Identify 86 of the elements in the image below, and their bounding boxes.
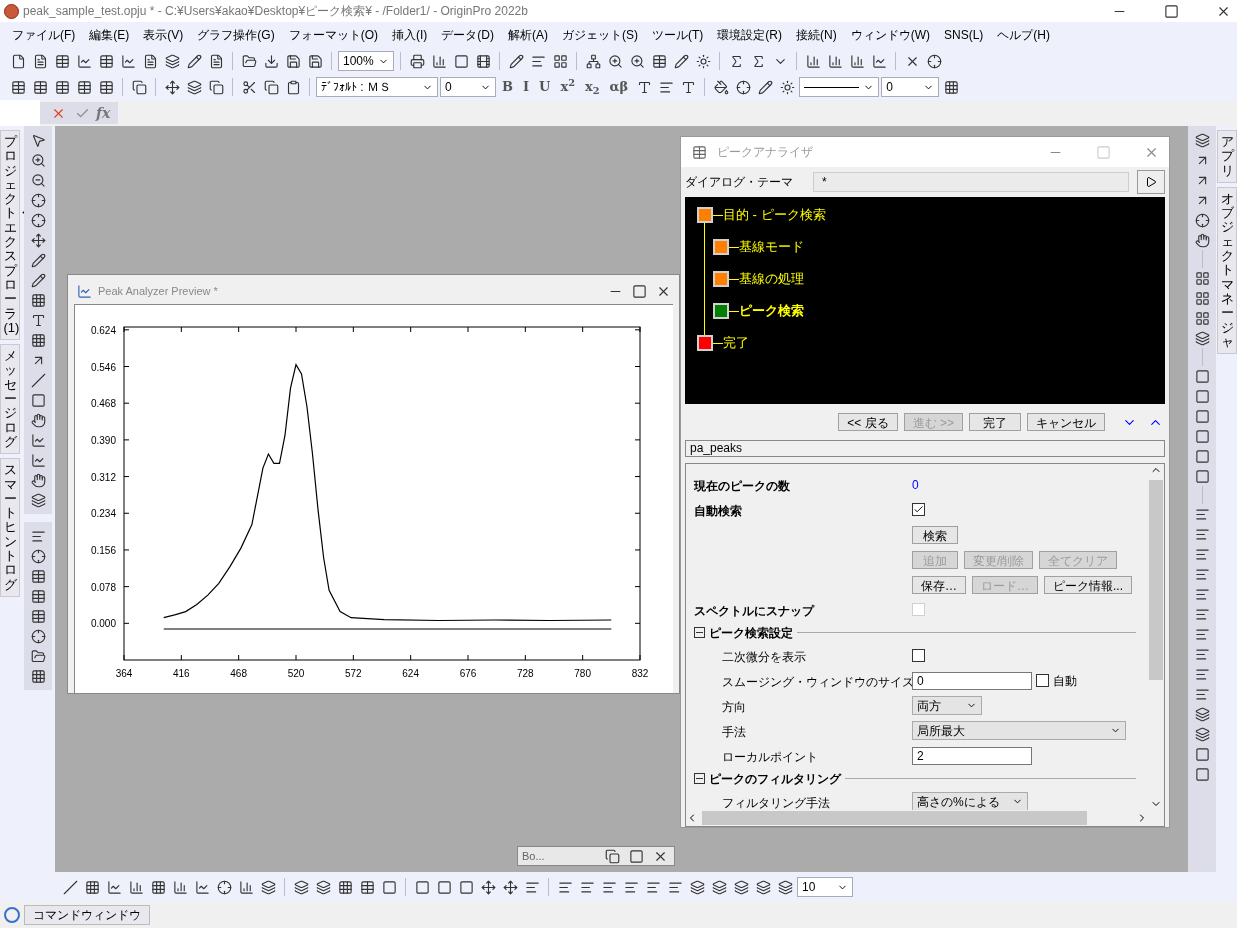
dialog-button[interactable]: キャンセル — [1027, 413, 1105, 431]
setting-label: スペクトルにスナップ — [694, 603, 814, 618]
x-tick-label: 780 — [574, 668, 591, 679]
window-title: peak_sample_test.opju * - C:¥Users¥akao¥Desktop¥ピーク検索¥ - /Folder1/ - OriginPro 2022b — [23, 3, 529, 20]
font-combo[interactable]: ﾃﾞﾌｫﾙﾄ : ＭＳ — [316, 77, 438, 97]
dialog-button[interactable]: 保存… — [912, 575, 966, 594]
dropdown[interactable]: 局所最大 — [912, 721, 1126, 740]
step-label[interactable]: 目的 - ピーク検索 — [723, 205, 826, 225]
checkbox-label: 自動 — [1053, 672, 1077, 690]
y-tick-label: 0.624 — [90, 324, 116, 336]
x-tick-label: 728 — [517, 668, 534, 679]
dropdown[interactable]: 高さの%による — [912, 792, 1028, 810]
dialog-button[interactable]: << 戻る — [838, 413, 898, 431]
section-title: ピークのフィルタリング — [709, 770, 841, 788]
input-field[interactable]: 2 — [912, 746, 1032, 765]
step-label[interactable]: ピーク検索 — [739, 301, 804, 321]
x-tick-label: 624 — [402, 668, 419, 679]
x-tick-label: 676 — [459, 668, 477, 679]
x-tick-label: 364 — [115, 668, 133, 679]
format-button[interactable]: B — [498, 77, 517, 97]
input-field[interactable]: 0 — [912, 671, 1032, 690]
dialog-button[interactable]: 検索 — [912, 525, 958, 544]
line-width-combo[interactable]: 0 — [881, 77, 940, 97]
theme-field[interactable]: * — [813, 172, 1129, 192]
zoom-combo[interactable]: 100% — [338, 51, 394, 71]
menu-item[interactable]: 接続(N) — [796, 26, 837, 44]
font-size-combo[interactable]: 0 — [440, 77, 496, 97]
format-button[interactable]: I — [519, 77, 534, 97]
menu-item[interactable]: 挿入(I) — [392, 26, 428, 44]
step-label[interactable]: 完了 — [723, 333, 749, 353]
y-tick-label: 0.156 — [90, 544, 116, 556]
dropdown[interactable]: 両方 — [912, 696, 982, 715]
menu-item[interactable]: 環境設定(R) — [717, 26, 782, 44]
peak-count: 0 — [912, 476, 919, 494]
y-tick-label: 0.234 — [90, 508, 116, 520]
setting-label: 方向 — [721, 699, 746, 714]
y-tick-label: 0.312 — [90, 471, 116, 483]
dialog-button[interactable]: ピーク情報... — [1044, 575, 1132, 594]
menu-item[interactable]: SNS(L) — [944, 26, 984, 44]
window-title: Bo... — [522, 848, 546, 864]
setting-label: 手法 — [721, 724, 746, 739]
command-window-tab[interactable]: コマンドウィンドウ — [24, 905, 150, 925]
menu-item[interactable]: ウィンドウ(W) — [850, 26, 930, 44]
x-tick-label: 572 — [345, 668, 362, 679]
format-button[interactable]: x$_{2}$ — [581, 77, 604, 97]
y-tick-label: 0.078 — [90, 581, 116, 593]
format-button[interactable]: U — [535, 77, 555, 97]
x-tick-label: 416 — [173, 668, 190, 679]
minimized-window[interactable]: Bo... — [517, 846, 675, 866]
menu-item[interactable]: 編集(E) — [89, 26, 130, 44]
x-tick-label: 468 — [230, 668, 247, 679]
section-title: ピーク検索設定 — [709, 624, 793, 642]
side-tab[interactable]: メッセージログ — [0, 344, 20, 455]
menu-item[interactable]: ファイル(F) — [12, 26, 76, 44]
side-tab[interactable]: アプリ — [1217, 130, 1237, 183]
format-button[interactable]: x$^{2}$ — [556, 77, 579, 97]
step-label[interactable]: 基線の処理 — [739, 269, 804, 289]
menu-item[interactable]: ガジェット(S) — [562, 26, 638, 44]
x-tick-label: 832 — [631, 668, 649, 679]
setting-label: 自動検索 — [694, 503, 742, 518]
menu-item[interactable]: データ(D) — [441, 26, 494, 44]
menu-item[interactable]: フォーマット(O) — [288, 26, 378, 44]
y-tick-label: 0.468 — [90, 398, 116, 410]
menu-item[interactable]: ヘルプ(H) — [997, 26, 1050, 44]
side-tab[interactable]: スマートヒントログ — [0, 458, 20, 597]
format-button[interactable]: αβ — [605, 77, 633, 97]
dialog-button[interactable]: 完了 — [969, 413, 1021, 431]
y-tick-label: 0.390 — [90, 434, 116, 446]
setting-label: 二次微分を表示 — [721, 649, 806, 664]
x-tick-label: 520 — [287, 668, 305, 679]
size-combo[interactable]: 10 — [797, 877, 853, 897]
panel-title: pa_peaks — [685, 440, 1165, 457]
setting-label: ローカルポイント — [721, 749, 818, 764]
menu-item[interactable]: 表示(V) — [143, 26, 184, 44]
y-tick-label: 0.546 — [90, 361, 116, 373]
window-title: Peak Analyzer Preview * — [98, 283, 219, 299]
dialog-title: ピークアナライザ — [717, 144, 814, 161]
menu-item[interactable]: グラフ操作(G) — [197, 26, 275, 44]
step-label[interactable]: 基線モード — [739, 237, 804, 257]
menu-item[interactable]: ツール(T) — [652, 26, 704, 44]
setting-label: フィルタリング手法 — [721, 795, 830, 810]
y-tick-label: 0.000 — [90, 618, 116, 630]
setting-label: 現在のピークの数 — [694, 478, 790, 493]
side-tab[interactable]: オブジェクトマネージャ — [1217, 186, 1237, 355]
theme-label: ダイアログ・テーマ — [685, 174, 794, 191]
menu-item[interactable]: 解析(A) — [508, 26, 548, 44]
